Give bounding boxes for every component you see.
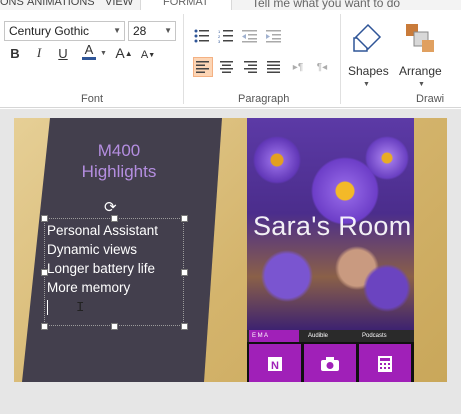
ibeam-cursor-icon: I (76, 300, 85, 316)
italic-button[interactable]: I (29, 43, 49, 63)
bullets-icon[interactable] (192, 26, 212, 46)
bullet-item: Dynamic views (47, 242, 138, 257)
shrink-font-label: A (140, 49, 149, 61)
paragraph-group-label: Paragraph (238, 93, 290, 105)
tab-format[interactable]: FORMAT (140, 0, 232, 10)
ribbon-tab-strip: ONS ANIMATIONS VIEW FORMAT Tell me what … (0, 0, 461, 10)
increase-indent-icon[interactable] (264, 26, 284, 46)
numbering-icon[interactable]: 123 (216, 26, 236, 46)
tell-me-search[interactable]: Tell me what you want to do (252, 0, 400, 10)
slide[interactable]: M400 Highlights ⟳ Personal Assistant Dyn… (14, 118, 447, 382)
ltr-paragraph-icon[interactable]: ¶◂ (312, 57, 332, 77)
svg-text:3: 3 (218, 39, 221, 43)
rotate-handle-icon[interactable]: ⟳ (104, 198, 117, 216)
slide-title[interactable]: M400 Highlights (54, 140, 184, 182)
shapes-label: Shapes (348, 64, 389, 78)
align-left-icon[interactable] (193, 57, 213, 77)
bullet-list[interactable]: Personal Assistant Dynamic views Longer … (47, 221, 158, 315)
svg-text:N: N (271, 360, 279, 372)
bullet-item: Personal Assistant (47, 223, 159, 238)
tile-label: E M A (249, 330, 299, 342)
tile-label: Podcasts (362, 333, 387, 339)
font-family-combo[interactable]: Century Gothic ▼ (4, 21, 125, 41)
tab-view[interactable]: VIEW (105, 0, 133, 8)
align-center-icon[interactable] (217, 57, 237, 77)
ribbon: Century Gothic ▼ 28 ▼ B I U A ▼ A ▲ A ▼ Fo… (0, 10, 461, 108)
tile-label: Audible (308, 333, 329, 339)
group-divider (340, 14, 341, 104)
resize-handle[interactable] (181, 215, 188, 222)
font-family-value: Century Gothic (9, 24, 90, 38)
chevron-down-icon: ▼ (113, 26, 121, 35)
font-color-button[interactable]: A (79, 41, 99, 61)
tab-animations[interactable]: ANIMATIONS (27, 0, 95, 8)
chevron-down-icon: ▼ (418, 81, 425, 88)
font-color-bar (82, 56, 96, 60)
font-group-label: Font (81, 93, 104, 105)
resize-handle[interactable] (111, 323, 118, 330)
camera-tile (304, 344, 356, 382)
chevron-down-icon: ▼ (164, 26, 172, 35)
arrange-button[interactable]: Arrange ▼ (396, 18, 446, 90)
drawing-group-label: Drawi (416, 93, 445, 105)
onenote-icon: N (268, 357, 282, 372)
arrange-label: Arrange (399, 64, 442, 78)
slide-title-line2: Highlights (81, 162, 157, 181)
chevron-down-icon[interactable]: ▼ (100, 50, 107, 57)
phone-image: Sara's Room E M A Audible Podcasts N (247, 118, 414, 382)
bold-button[interactable]: B (5, 43, 25, 63)
resize-handle[interactable] (181, 323, 188, 330)
shrink-font-button[interactable]: A ▼ (138, 45, 158, 65)
rtl-paragraph-icon[interactable]: ▸¶ (288, 57, 308, 77)
shapes-icon (353, 23, 382, 52)
grow-font-button[interactable]: A ▲ (114, 43, 134, 63)
font-color-letter: A (84, 41, 94, 57)
resize-handle[interactable] (41, 323, 48, 330)
calculator-tile (359, 344, 411, 382)
chevron-down-icon: ▼ (363, 81, 370, 88)
underline-button[interactable]: U (53, 43, 73, 63)
phone-title: Sara's Room (253, 211, 412, 241)
justify-icon[interactable] (264, 57, 284, 77)
slide-title-line1: M400 (97, 141, 141, 160)
arrange-icon (406, 24, 434, 52)
tile-label-bar: E M A Audible Podcasts (247, 330, 414, 342)
shapes-button[interactable]: Shapes ▼ (345, 18, 389, 90)
slide-canvas: M400 Highlights ⟳ Personal Assistant Dyn… (0, 109, 461, 414)
font-size-combo[interactable]: 28 ▼ (128, 21, 176, 41)
bullet-item: More memory (47, 280, 131, 295)
calculator-icon (378, 356, 392, 372)
align-right-icon[interactable] (241, 57, 261, 77)
resize-handle[interactable] (181, 269, 188, 276)
group-divider (183, 14, 184, 104)
grow-font-label: A (115, 45, 125, 61)
bullet-item: Longer battery life (47, 261, 156, 276)
tab-transitions[interactable]: ONS (0, 0, 24, 8)
camera-icon (321, 357, 339, 371)
font-size-value: 28 (133, 24, 147, 38)
onenote-tile: N (249, 344, 301, 382)
text-cursor (47, 300, 48, 315)
decrease-indent-icon[interactable] (240, 26, 260, 46)
